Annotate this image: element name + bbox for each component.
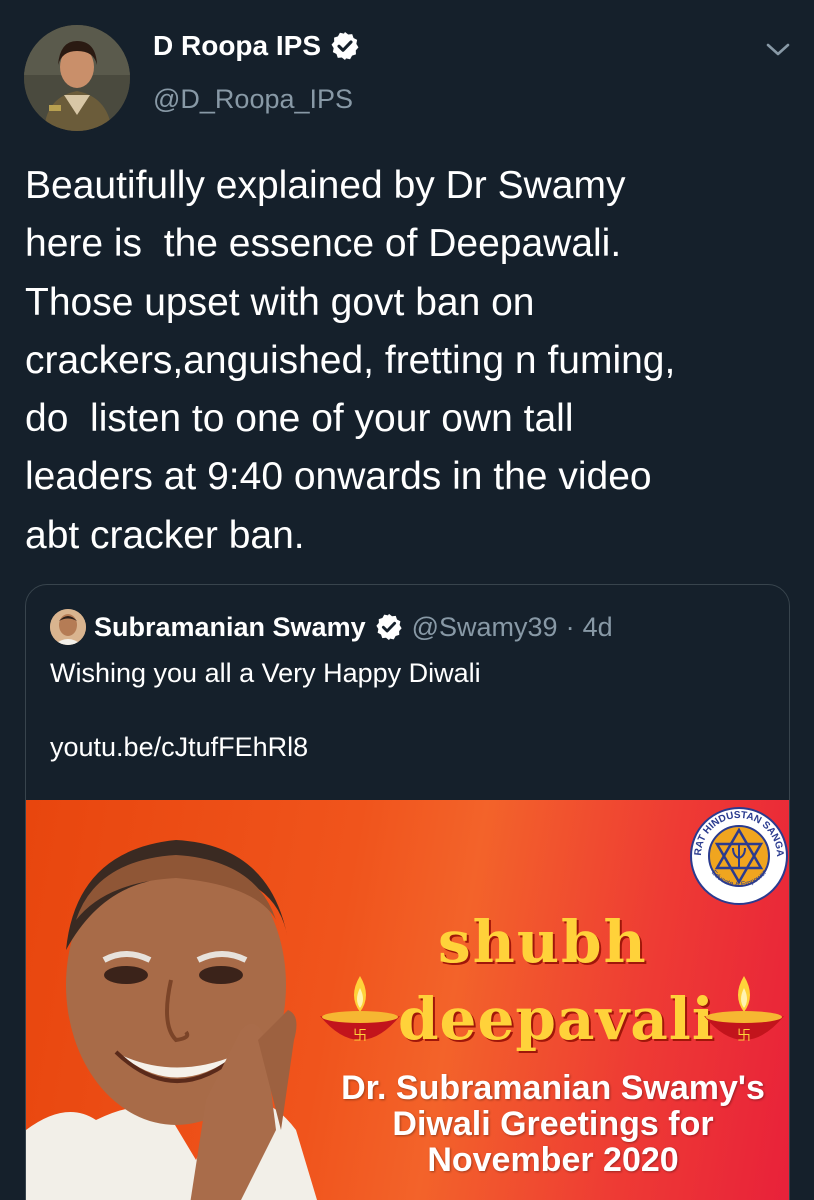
greeting-deepavali: deepavali: [398, 985, 715, 1053]
tweet[interactable]: D Roopa IPS @D_Roopa_IPS Beautifully exp…: [0, 0, 814, 1200]
caption-line-3: November 2020: [427, 1141, 679, 1179]
verified-badge-icon: [329, 30, 361, 62]
quoted-tweet-link[interactable]: youtu.be/cJtufFEhRl8: [50, 729, 308, 765]
greeting-caption: Dr. Subramanian Swamy's Diwali Greetings…: [308, 1069, 789, 1179]
diya-left-icon: 卐: [314, 968, 406, 1060]
diya-right-icon: 卐: [698, 968, 789, 1060]
caption-line-2: Diwali Greetings for: [392, 1105, 714, 1143]
quoted-tweet[interactable]: Subramanian Swamy @Swamy39 · 4d Wishing …: [25, 584, 790, 1200]
greeting-shubh: shubh: [438, 908, 648, 976]
quoted-tweet-text: Wishing you all a Very Happy Diwali: [50, 658, 481, 688]
quoted-author-name[interactable]: Subramanian Swamy: [94, 612, 366, 643]
quoted-timestamp[interactable]: 4d: [583, 612, 613, 643]
tweet-text: Beautifully explained by Dr Swamy here i…: [25, 164, 676, 557]
quoted-author-avatar[interactable]: [50, 609, 86, 645]
svg-text:卐: 卐: [353, 1028, 367, 1044]
quoted-tweet-media[interactable]: VIRAT HINDUSTAN SANGAM Educate & Empower…: [26, 800, 789, 1200]
caption-line-1: Dr. Subramanian Swamy's: [341, 1069, 765, 1107]
quoted-author-handle[interactable]: @Swamy39: [412, 612, 558, 643]
author-handle[interactable]: @D_Roopa_IPS: [153, 84, 353, 115]
author-name[interactable]: D Roopa IPS: [153, 30, 321, 62]
svg-text:卐: 卐: [737, 1028, 751, 1044]
author-avatar[interactable]: [24, 25, 130, 131]
verified-badge-icon: [374, 612, 404, 642]
chevron-down-icon[interactable]: [764, 40, 792, 60]
separator-dot: ·: [565, 611, 575, 642]
sangam-logo: VIRAT HINDUSTAN SANGAM Educate & Empower: [685, 800, 789, 906]
